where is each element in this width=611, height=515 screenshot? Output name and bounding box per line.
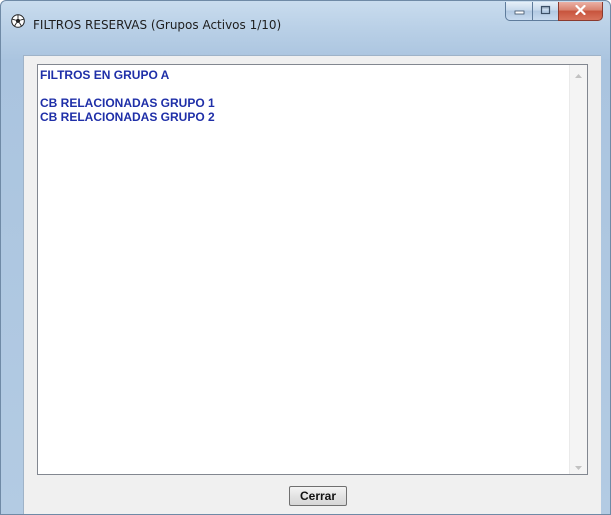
arrow-down-icon (575, 457, 582, 475)
list-item[interactable] (40, 82, 567, 96)
caption-buttons (505, 2, 603, 22)
vertical-scrollbar[interactable] (569, 65, 587, 474)
maximize-button[interactable] (532, 2, 558, 21)
close-icon (575, 2, 586, 20)
list-content: FILTROS EN GRUPO A CB RELACIONADAS GRUPO… (40, 68, 567, 472)
list-item[interactable]: CB RELACIONADAS GRUPO 2 (40, 110, 567, 124)
window-client-area: FILTROS EN GRUPO A CB RELACIONADAS GRUPO… (23, 55, 601, 514)
filtros-reservas-window: FILTROS RESERVAS (Grupos Activos 1/10) F… (0, 0, 611, 515)
filters-listbox[interactable]: FILTROS EN GRUPO A CB RELACIONADAS GRUPO… (37, 64, 588, 475)
list-item[interactable]: CB RELACIONADAS GRUPO 1 (40, 96, 567, 110)
minimize-icon (514, 2, 525, 20)
list-item[interactable]: FILTROS EN GRUPO A (40, 68, 567, 82)
close-window-button[interactable] (558, 2, 603, 21)
soccer-ball-icon[interactable] (11, 14, 25, 28)
scroll-down-button[interactable] (570, 457, 587, 474)
maximize-icon (540, 2, 551, 20)
scroll-up-button[interactable] (570, 65, 587, 82)
minimize-button[interactable] (505, 2, 532, 21)
cerrar-button[interactable]: Cerrar (289, 486, 347, 506)
arrow-up-icon (575, 65, 582, 83)
title-bar[interactable]: FILTROS RESERVAS (Grupos Activos 1/10) (1, 1, 610, 35)
window-title: FILTROS RESERVAS (Grupos Activos 1/10) (33, 18, 282, 32)
